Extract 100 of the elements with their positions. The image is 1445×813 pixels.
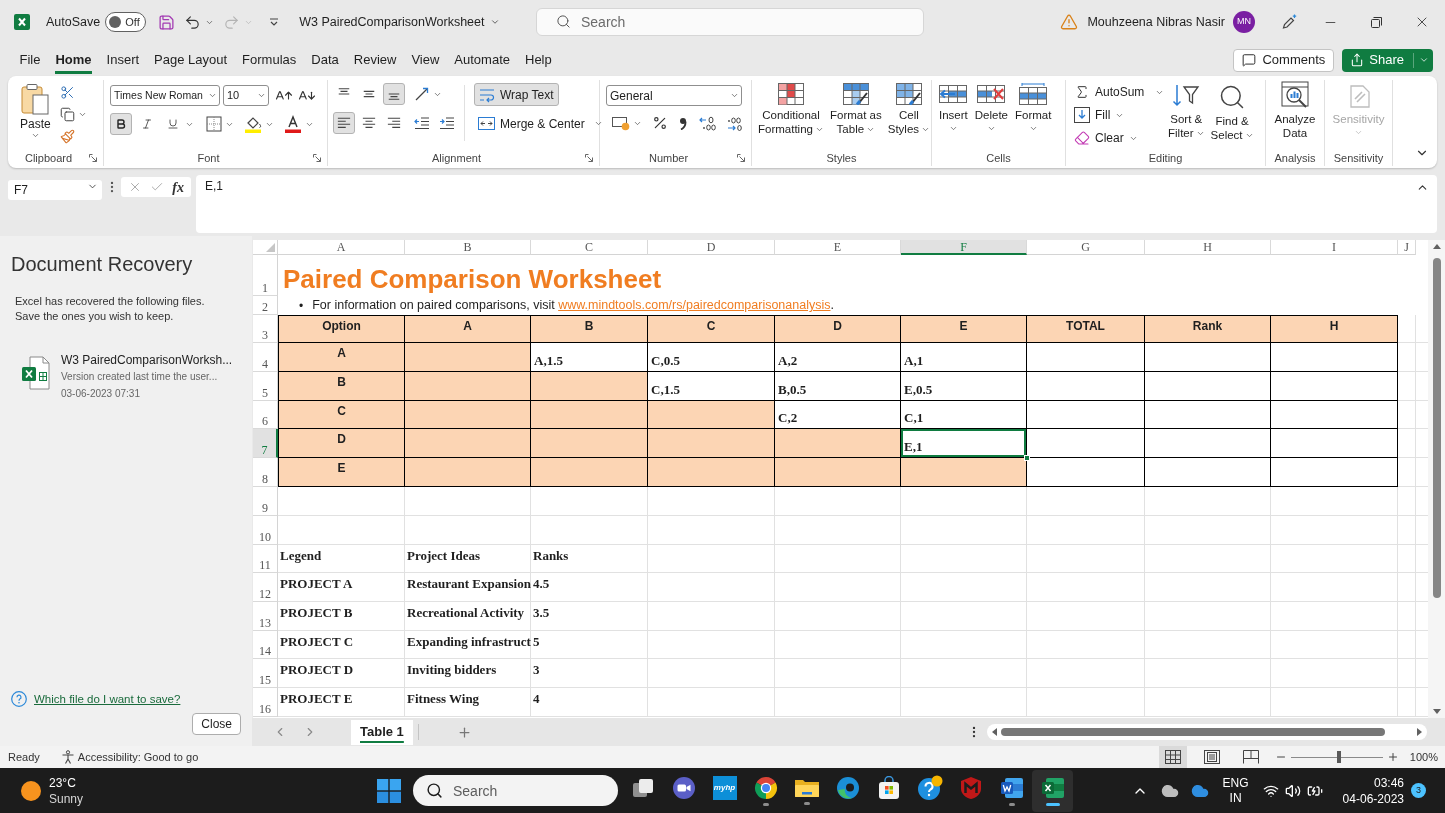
align-bottom-icon[interactable] — [383, 83, 405, 105]
scrollbar-thumb[interactable] — [1001, 728, 1385, 736]
increase-indent-icon[interactable] — [439, 115, 455, 131]
pen-icon[interactable] — [1281, 14, 1297, 30]
row-header[interactable]: 1 — [253, 255, 278, 296]
comma-style-icon[interactable] — [679, 116, 687, 130]
volume-icon[interactable] — [1284, 782, 1301, 799]
percent-style-icon[interactable] — [652, 115, 668, 131]
column-header[interactable]: B — [405, 240, 531, 255]
wrap-text-button[interactable]: Wrap Text — [474, 83, 559, 106]
column-header[interactable]: I — [1271, 240, 1398, 255]
scroll-left-icon[interactable] — [992, 728, 997, 736]
add-sheet-icon[interactable] — [456, 724, 472, 740]
save-icon[interactable] — [158, 13, 176, 31]
help-link[interactable]: Which file do I want to save? — [34, 690, 181, 708]
start-icon[interactable] — [377, 778, 401, 803]
cells-button[interactable]: Insert — [937, 83, 970, 150]
styles-button[interactable]: Cell Styles — [885, 83, 933, 150]
borders-icon[interactable] — [206, 116, 222, 132]
menu-tab[interactable]: Insert — [106, 49, 140, 74]
notification-badge[interactable]: 3 — [1411, 783, 1426, 798]
taskbar-button[interactable] — [1032, 769, 1073, 812]
menu-tab[interactable]: Help — [525, 49, 552, 74]
row-header[interactable]: 7 — [253, 429, 278, 458]
dialog-launcher-icon[interactable] — [737, 154, 745, 162]
accessibility-icon[interactable] — [60, 750, 75, 764]
cells-button[interactable]: Delete — [972, 83, 1010, 150]
user-avatar[interactable]: MN — [1233, 11, 1255, 33]
scroll-right-icon[interactable] — [1417, 728, 1422, 736]
row-header[interactable]: 10 — [253, 516, 278, 545]
menu-tab[interactable]: Formulas — [242, 49, 297, 74]
fill-color-icon[interactable] — [244, 115, 262, 133]
column-header[interactable]: G — [1027, 240, 1145, 255]
row-header[interactable]: 4 — [253, 343, 278, 372]
comments-button[interactable]: Comments — [1233, 48, 1335, 72]
column-header[interactable]: F — [901, 240, 1027, 255]
zoom-in-icon[interactable] — [1386, 751, 1399, 763]
editing-button[interactable]: Sort & Filter — [1166, 83, 1207, 150]
clear-button[interactable]: Clear — [1074, 129, 1166, 147]
accessibility-status[interactable]: Accessibility: Good to go — [77, 748, 199, 766]
insert-function-button[interactable]: fx — [172, 176, 184, 198]
menu-tab[interactable]: File — [19, 49, 41, 74]
menu-tab[interactable]: Review — [353, 49, 397, 74]
document-title[interactable]: W3 PairedComparisonWorksheet — [299, 12, 501, 32]
accounting-format-icon[interactable] — [612, 115, 630, 131]
row-header[interactable]: 8 — [253, 458, 278, 487]
styles-button[interactable]: Conditional Formatting — [756, 83, 826, 150]
number-format-select[interactable]: General — [606, 85, 742, 106]
autosum-button[interactable]: AutoSum — [1074, 83, 1166, 101]
help-icon[interactable] — [11, 691, 27, 708]
dialog-launcher-icon[interactable] — [585, 154, 593, 162]
cells-button[interactable]: Format — [1013, 83, 1054, 150]
column-header[interactable]: J — [1398, 240, 1416, 255]
close-button[interactable]: Close — [192, 713, 241, 735]
restore-icon[interactable] — [1370, 16, 1382, 28]
row-header[interactable]: 11 — [253, 545, 278, 573]
row-header[interactable]: 5 — [253, 372, 278, 401]
column-header[interactable]: D — [648, 240, 775, 255]
bold-icon[interactable] — [110, 113, 132, 135]
align-left-icon[interactable] — [333, 112, 355, 134]
taskbar-search-field[interactable]: Search — [413, 775, 618, 806]
row-header[interactable]: 16 — [253, 688, 278, 717]
customize-toolbar-icon[interactable] — [269, 17, 280, 27]
row-header[interactable]: 6 — [253, 401, 278, 429]
weather-condition[interactable]: Sunny — [49, 790, 84, 807]
zoom-slider-thumb[interactable] — [1336, 751, 1341, 763]
row-header[interactable]: 2 — [253, 296, 278, 315]
normal-view-icon[interactable] — [1158, 746, 1187, 768]
analyze-data-button[interactable]: Analyze Data — [1272, 81, 1318, 150]
menu-tab[interactable]: Page Layout — [154, 49, 228, 74]
row-header[interactable]: 13 — [253, 602, 278, 631]
format-painter-icon[interactable] — [59, 129, 75, 144]
column-header[interactable]: H — [1145, 240, 1271, 255]
undo-icon[interactable] — [184, 13, 202, 31]
row-header[interactable]: 12 — [253, 573, 278, 602]
sheet-tab[interactable]: Table 1 — [351, 719, 413, 745]
menu-tab[interactable]: Automate — [454, 49, 510, 74]
share-button[interactable]: Share — [1342, 48, 1433, 72]
styles-button[interactable]: Format as Table — [827, 83, 884, 150]
editing-button[interactable]: Find & Select — [1208, 83, 1256, 150]
dialog-launcher-icon[interactable] — [313, 154, 321, 162]
column-header[interactable]: A — [278, 240, 405, 255]
zoom-level-label[interactable]: 100% — [1409, 748, 1438, 766]
sun-icon[interactable] — [20, 779, 42, 802]
font-size-select[interactable]: 10 — [223, 85, 269, 106]
increase-decimal-icon[interactable] — [699, 115, 717, 131]
row-header[interactable]: 9 — [253, 487, 278, 516]
weather-temperature[interactable]: 23°C — [49, 774, 76, 791]
clock[interactable]: 03:46 04-06-2023 — [1342, 774, 1404, 807]
menu-tab[interactable]: Data — [311, 49, 339, 74]
row-header[interactable]: 15 — [253, 659, 278, 688]
scroll-down-icon[interactable] — [1432, 709, 1441, 714]
text-orientation-icon[interactable] — [414, 86, 430, 102]
font-name-select[interactable]: Times New Roman — [110, 85, 220, 106]
menu-tab[interactable]: View — [411, 49, 440, 74]
merge-center-button[interactable]: Merge & Center — [474, 112, 607, 135]
decrease-indent-icon[interactable] — [414, 115, 430, 131]
fill-button[interactable]: Fill — [1074, 106, 1166, 124]
column-header[interactable]: E — [775, 240, 901, 255]
copy-icon[interactable] — [59, 107, 75, 122]
